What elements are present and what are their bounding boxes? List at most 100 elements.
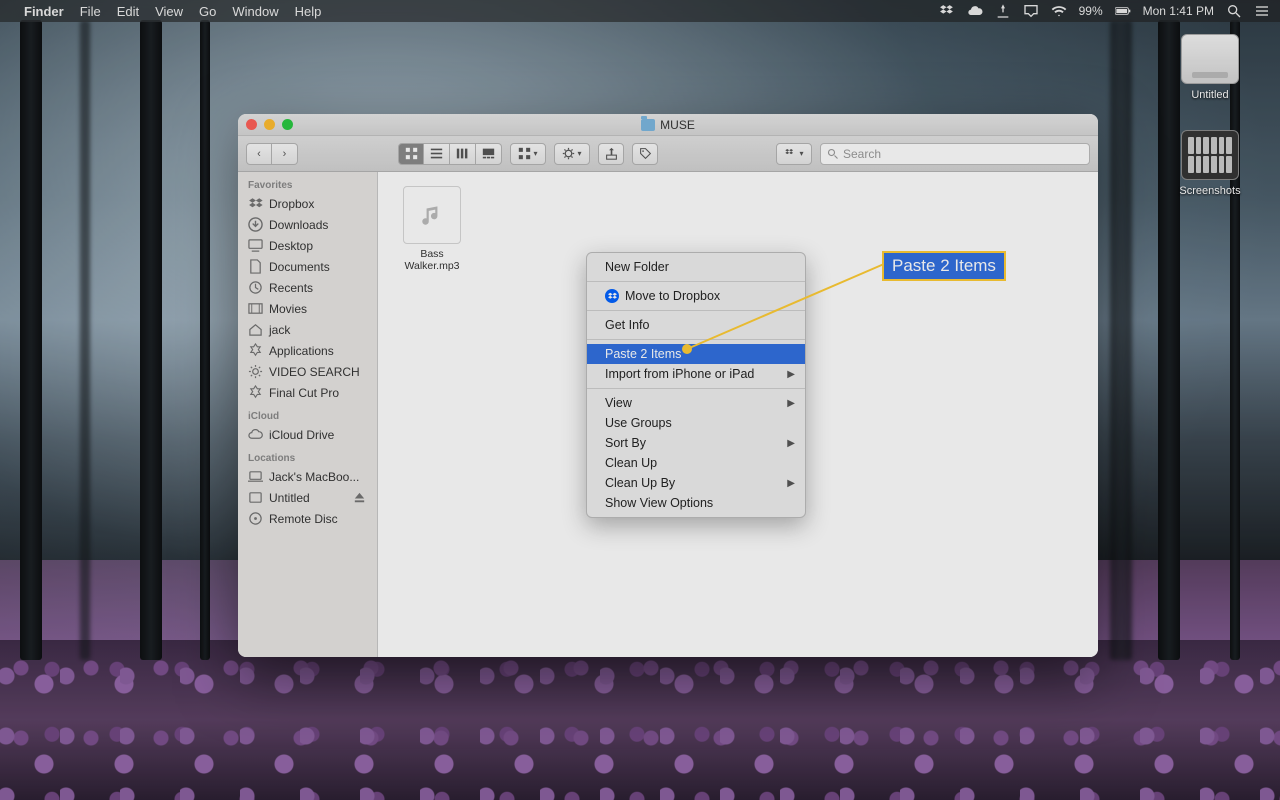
desktop-drive-icon[interactable]: Untitled	[1170, 34, 1250, 101]
sidebar-item-final-cut-pro[interactable]: Final Cut Pro	[238, 382, 377, 403]
dropbox-toolbar-button[interactable]: ▾	[776, 143, 812, 165]
spotlight-icon[interactable]	[1226, 3, 1242, 19]
apps-icon	[248, 343, 263, 358]
menu-item-new-folder[interactable]: New Folder	[587, 257, 805, 277]
submenu-arrow-icon: ▶	[787, 478, 795, 489]
dropbox-icon	[248, 196, 263, 211]
drive-icon	[1181, 34, 1239, 84]
sidebar-item-applications[interactable]: Applications	[238, 340, 377, 361]
menu-item-view[interactable]: View▶	[587, 393, 805, 413]
eject-icon[interactable]	[352, 490, 367, 505]
menu-item-import-from-iphone-or-ipad[interactable]: Import from iPhone or iPad▶	[587, 364, 805, 384]
gallery-view-button[interactable]	[476, 143, 502, 165]
view-mode-buttons	[398, 143, 502, 165]
desktop-icon	[248, 238, 263, 253]
menu-item-clean-up[interactable]: Clean Up	[587, 453, 805, 473]
submenu-arrow-icon: ▶	[787, 438, 795, 449]
sidebar-item-video-search[interactable]: VIDEO SEARCH	[238, 361, 377, 382]
notification-center-icon[interactable]	[1254, 3, 1270, 19]
menu-help[interactable]: Help	[295, 4, 322, 19]
submenu-arrow-icon: ▶	[787, 398, 795, 409]
menu-edit[interactable]: Edit	[117, 4, 139, 19]
menu-separator	[587, 310, 805, 311]
menu-item-sort-by[interactable]: Sort By▶	[587, 433, 805, 453]
window-title: MUSE	[660, 118, 695, 132]
menu-item-use-groups[interactable]: Use Groups	[587, 413, 805, 433]
icon-view-button[interactable]	[398, 143, 424, 165]
sidebar-favorites-header: Favorites	[238, 172, 377, 193]
laptop-icon	[248, 469, 263, 484]
updates-menubar-icon[interactable]	[995, 3, 1011, 19]
titlebar[interactable]: MUSE	[238, 114, 1098, 136]
forward-button[interactable]: ›	[272, 143, 298, 165]
battery-icon[interactable]	[1115, 3, 1131, 19]
cloud-menubar-icon[interactable]	[967, 3, 983, 19]
file-item[interactable]: Bass Walker.mp3	[392, 186, 472, 272]
desktop-screenshots-icon[interactable]: Screenshots	[1170, 130, 1250, 197]
sidebar-item-icloud-drive[interactable]: iCloud Drive	[238, 424, 377, 445]
gear-icon	[248, 364, 263, 379]
sidebar-item-jack-s-macboo-[interactable]: Jack's MacBoo...	[238, 466, 377, 487]
menu-item-clean-up-by[interactable]: Clean Up By▶	[587, 473, 805, 493]
sidebar-item-desktop[interactable]: Desktop	[238, 235, 377, 256]
file-name: Bass Walker.mp3	[392, 248, 472, 272]
sidebar: Favorites DropboxDownloadsDesktopDocumen…	[238, 172, 378, 657]
sidebar-item-remote-disc[interactable]: Remote Disc	[238, 508, 377, 529]
close-button[interactable]	[246, 119, 257, 130]
maximize-button[interactable]	[282, 119, 293, 130]
action-button[interactable]: ▾	[554, 143, 590, 165]
wifi-menubar-icon[interactable]	[1051, 3, 1067, 19]
menu-item-show-view-options[interactable]: Show View Options	[587, 493, 805, 513]
menubar: Finder File Edit View Go Window Help 99%…	[0, 0, 1280, 22]
doc-icon	[248, 259, 263, 274]
menu-file[interactable]: File	[80, 4, 101, 19]
callout-label: Paste 2 Items	[882, 251, 1006, 281]
sidebar-item-downloads[interactable]: Downloads	[238, 214, 377, 235]
context-menu: New Folder Move to Dropbox Get Info Paste 2…	[586, 252, 806, 518]
menu-item-paste-2-items[interactable]: Paste 2 Items	[587, 344, 805, 364]
disc-icon	[248, 511, 263, 526]
screenshots-folder-icon	[1181, 130, 1239, 180]
movie-icon	[248, 301, 263, 316]
menu-go[interactable]: Go	[199, 4, 216, 19]
menu-item-get-info[interactable]: Get Info	[587, 315, 805, 335]
menu-view[interactable]: View	[155, 4, 183, 19]
sidebar-locations-header: Locations	[238, 445, 377, 466]
minimize-button[interactable]	[264, 119, 275, 130]
sidebar-item-documents[interactable]: Documents	[238, 256, 377, 277]
clock-icon	[248, 280, 263, 295]
battery-percent[interactable]: 99%	[1079, 4, 1103, 18]
traffic-lights	[246, 119, 293, 130]
disk-icon	[248, 490, 263, 505]
sidebar-item-recents[interactable]: Recents	[238, 277, 377, 298]
menu-separator	[587, 388, 805, 389]
back-button[interactable]: ‹	[246, 143, 272, 165]
callout-dot	[682, 344, 692, 354]
list-view-button[interactable]	[424, 143, 450, 165]
sidebar-item-untitled[interactable]: Untitled	[238, 487, 377, 508]
home-icon	[248, 322, 263, 337]
sidebar-icloud-header: iCloud	[238, 403, 377, 424]
submenu-arrow-icon: ▶	[787, 369, 795, 380]
sidebar-item-jack[interactable]: jack	[238, 319, 377, 340]
airplay-menubar-icon[interactable]	[1023, 3, 1039, 19]
search-icon	[827, 148, 839, 160]
download-icon	[248, 217, 263, 232]
menu-window[interactable]: Window	[232, 4, 278, 19]
toolbar: ‹ › ▾ ▾ ▾ Search	[238, 136, 1098, 172]
tags-button[interactable]	[632, 143, 658, 165]
clock[interactable]: Mon 1:41 PM	[1143, 4, 1214, 18]
music-file-icon	[403, 186, 461, 244]
sidebar-item-dropbox[interactable]: Dropbox	[238, 193, 377, 214]
share-button[interactable]	[598, 143, 624, 165]
dropbox-icon	[605, 289, 619, 303]
desktop-screenshots-label: Screenshots	[1170, 185, 1250, 197]
desktop-drive-label: Untitled	[1170, 89, 1250, 101]
menu-item-move-to-dropbox[interactable]: Move to Dropbox	[587, 286, 805, 306]
group-by-button[interactable]: ▾	[510, 143, 546, 165]
sidebar-item-movies[interactable]: Movies	[238, 298, 377, 319]
search-input[interactable]: Search	[820, 143, 1090, 165]
app-menu[interactable]: Finder	[24, 4, 64, 19]
column-view-button[interactable]	[450, 143, 476, 165]
dropbox-menubar-icon[interactable]	[939, 3, 955, 19]
